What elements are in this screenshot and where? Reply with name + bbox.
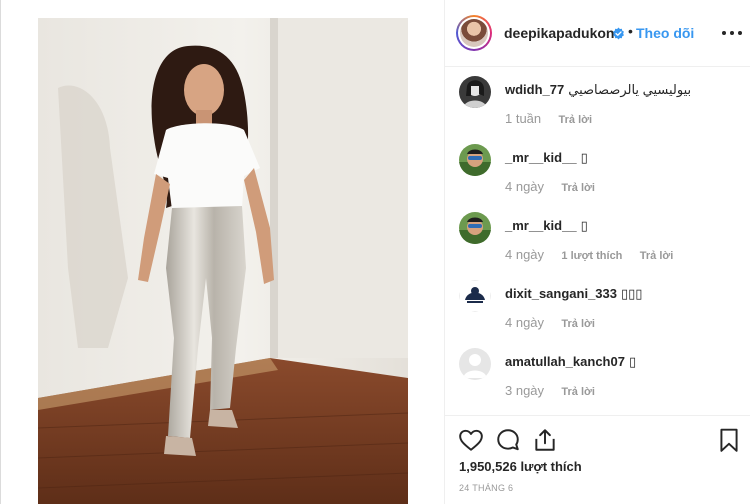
comment-likes-count[interactable]: 1 lượt thích: [561, 250, 622, 262]
commenter-avatar[interactable]: [459, 212, 491, 244]
reply-button[interactable]: Trả lời: [561, 318, 595, 330]
post-card: deepikapadukone • Theo dõi wdidh_77 بيولي…: [0, 0, 750, 504]
photo-illustration: [38, 18, 408, 504]
comment-time[interactable]: 4 ngày: [505, 179, 544, 194]
comment-username[interactable]: dixit_sangani_333: [505, 286, 617, 301]
share-icon[interactable]: [532, 427, 558, 453]
reply-button[interactable]: Trả lời: [561, 182, 595, 194]
post-header: deepikapadukone • Theo dõi: [445, 0, 750, 67]
post-photo[interactable]: [38, 18, 408, 504]
commenter-avatar[interactable]: [459, 348, 491, 380]
comment-text: ▯▯▯: [621, 286, 643, 301]
author-username[interactable]: deepikapadukone: [504, 25, 622, 41]
commenter-avatar[interactable]: [459, 144, 491, 176]
comment-item: dixit_sangani_333 ▯▯▯ 4 ngày Trả lời: [459, 274, 749, 334]
comment-username[interactable]: amatullah_kanch07: [505, 354, 625, 369]
comment-bubble-icon[interactable]: [495, 427, 521, 453]
comment-username[interactable]: _mr__kid__: [505, 218, 577, 233]
like-heart-icon[interactable]: [458, 427, 484, 453]
verified-badge-icon: [613, 27, 624, 40]
comment-time[interactable]: 4 ngày: [505, 247, 544, 262]
comment-text: ▯: [580, 150, 588, 165]
comment-text: ▯: [628, 354, 637, 369]
commenter-avatar[interactable]: [459, 280, 491, 312]
comments-list[interactable]: wdidh_77 بيوليسيي يالرصصاصيي 1 tuần Trả l…: [445, 68, 750, 415]
comment-item: wdidh_77 بيوليسيي يالرصصاصيي 1 tuần Trả l…: [459, 70, 749, 130]
follow-button[interactable]: Theo dõi: [636, 25, 694, 41]
post-actions: 1,950,526 lượt thích 24 THÁNG 6: [445, 415, 750, 504]
comment-time[interactable]: 4 ngày: [505, 315, 544, 330]
header-separator: •: [628, 23, 633, 39]
comment-time[interactable]: 3 ngày: [505, 383, 544, 398]
author-avatar[interactable]: [456, 15, 492, 51]
comment-item: _mr__kid__ ▯ 4 ngày 1 lượt thích Trả lời: [459, 206, 749, 266]
comment-text: ▯: [580, 218, 588, 233]
comment-time[interactable]: 1 tuần: [505, 111, 541, 126]
more-options-icon[interactable]: [722, 25, 742, 41]
post-date[interactable]: 24 THÁNG 6: [459, 483, 513, 493]
reply-button[interactable]: Trả lời: [640, 250, 674, 262]
reply-button[interactable]: Trả lời: [559, 114, 593, 126]
save-bookmark-icon[interactable]: [716, 427, 742, 453]
comment-item: _mr__kid__ ▯ 4 ngày Trả lời: [459, 138, 749, 198]
comment-username[interactable]: wdidh_77: [505, 82, 564, 97]
likes-count[interactable]: 1,950,526 lượt thích: [459, 459, 582, 474]
comment-text: بيوليسيي يالرصصاصيي: [568, 82, 692, 97]
comment-item: amatullah_kanch07 ▯ 3 ngày Trả lời: [459, 342, 749, 402]
commenter-avatar[interactable]: [459, 76, 491, 108]
reply-button[interactable]: Trả lời: [561, 386, 595, 398]
comment-username[interactable]: _mr__kid__: [505, 150, 577, 165]
